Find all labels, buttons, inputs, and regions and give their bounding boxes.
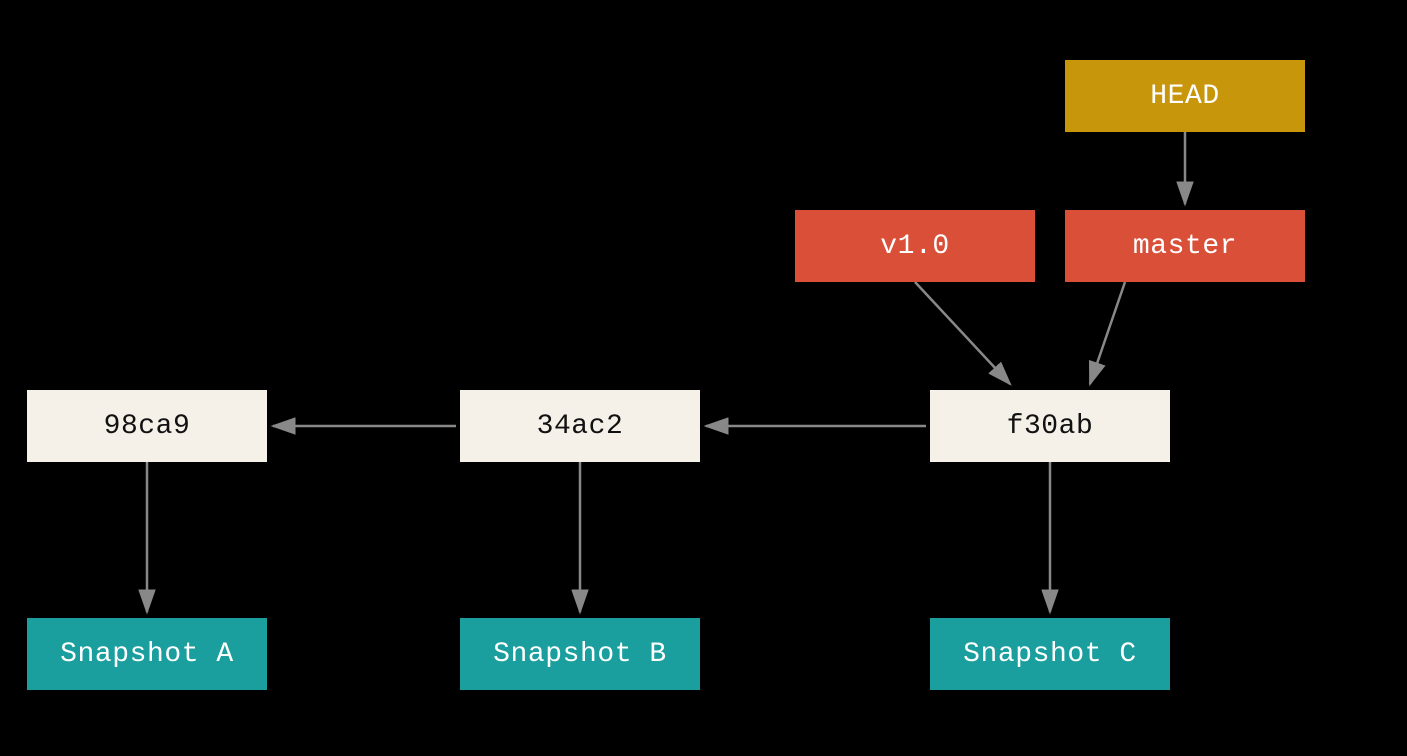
snapshot-a-node: Snapshot A — [27, 618, 267, 690]
snapshot-b-node: Snapshot B — [460, 618, 700, 690]
v1-label: v1.0 — [880, 231, 949, 262]
98ca9-label: 98ca9 — [104, 411, 191, 442]
snapshot-b-label: Snapshot B — [493, 639, 667, 670]
snapshot-c-label: Snapshot C — [963, 639, 1137, 670]
34ac2-label: 34ac2 — [537, 411, 624, 442]
head-label: HEAD — [1150, 81, 1219, 112]
f30ab-label: f30ab — [1007, 411, 1094, 442]
snapshot-c-node: Snapshot C — [930, 618, 1170, 690]
v1-node: v1.0 — [795, 210, 1035, 282]
master-label: master — [1133, 231, 1237, 262]
head-node: HEAD — [1065, 60, 1305, 132]
snapshot-a-label: Snapshot A — [60, 639, 234, 670]
f30ab-node: f30ab — [930, 390, 1170, 462]
master-node: master — [1065, 210, 1305, 282]
98ca9-node: 98ca9 — [27, 390, 267, 462]
34ac2-node: 34ac2 — [460, 390, 700, 462]
git-diagram: HEAD master v1.0 f30ab 34ac2 98ca9 Snaps… — [0, 0, 1407, 756]
